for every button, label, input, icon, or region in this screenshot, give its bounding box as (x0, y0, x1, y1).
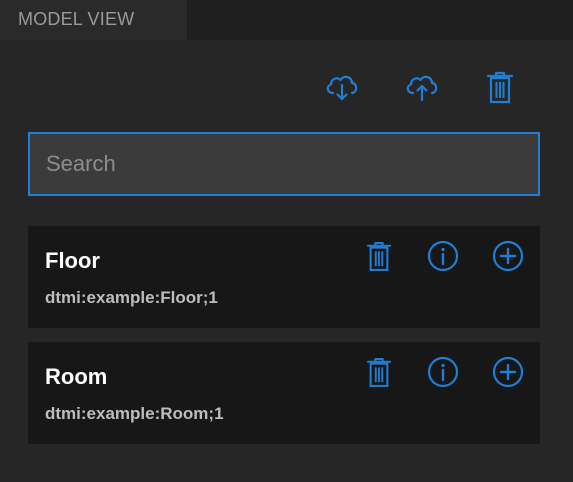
model-card[interactable]: Floor dtmi:example:Floor;1 (28, 226, 540, 328)
delete-model-button[interactable] (361, 354, 397, 390)
tab-model-view[interactable]: MODEL VIEW (0, 0, 187, 40)
model-view-panel: Floor dtmi:example:Floor;1 (0, 40, 573, 482)
model-name: Floor (45, 248, 100, 273)
add-model-button[interactable] (490, 354, 526, 390)
trash-icon (366, 357, 392, 387)
info-icon (427, 356, 459, 388)
search-input[interactable] (28, 132, 540, 196)
add-icon (492, 356, 524, 388)
model-id: dtmi:example:Room;1 (45, 404, 224, 423)
model-view-root: MODEL VIEW Search Floor dtmi:example:Flo… (0, 0, 573, 482)
model-card[interactable]: Room dtmi:example:Room;1 (28, 342, 540, 444)
cloud-download-icon (326, 75, 358, 101)
model-name: Room (45, 364, 108, 389)
cloud-upload-icon (406, 75, 438, 102)
download-models-button[interactable] (322, 68, 362, 106)
model-info-button[interactable] (425, 354, 461, 390)
delete-model-button[interactable] (361, 238, 397, 274)
add-model-button[interactable] (490, 238, 526, 274)
add-icon (492, 240, 524, 272)
tab-strip: MODEL VIEW (0, 0, 573, 40)
model-info-button[interactable] (425, 238, 461, 274)
trash-icon (486, 71, 514, 104)
trash-icon (366, 241, 392, 271)
delete-all-models-button[interactable] (480, 68, 520, 106)
upload-model-button[interactable] (402, 68, 442, 106)
model-id: dtmi:example:Floor;1 (45, 288, 218, 307)
info-icon (427, 240, 459, 272)
